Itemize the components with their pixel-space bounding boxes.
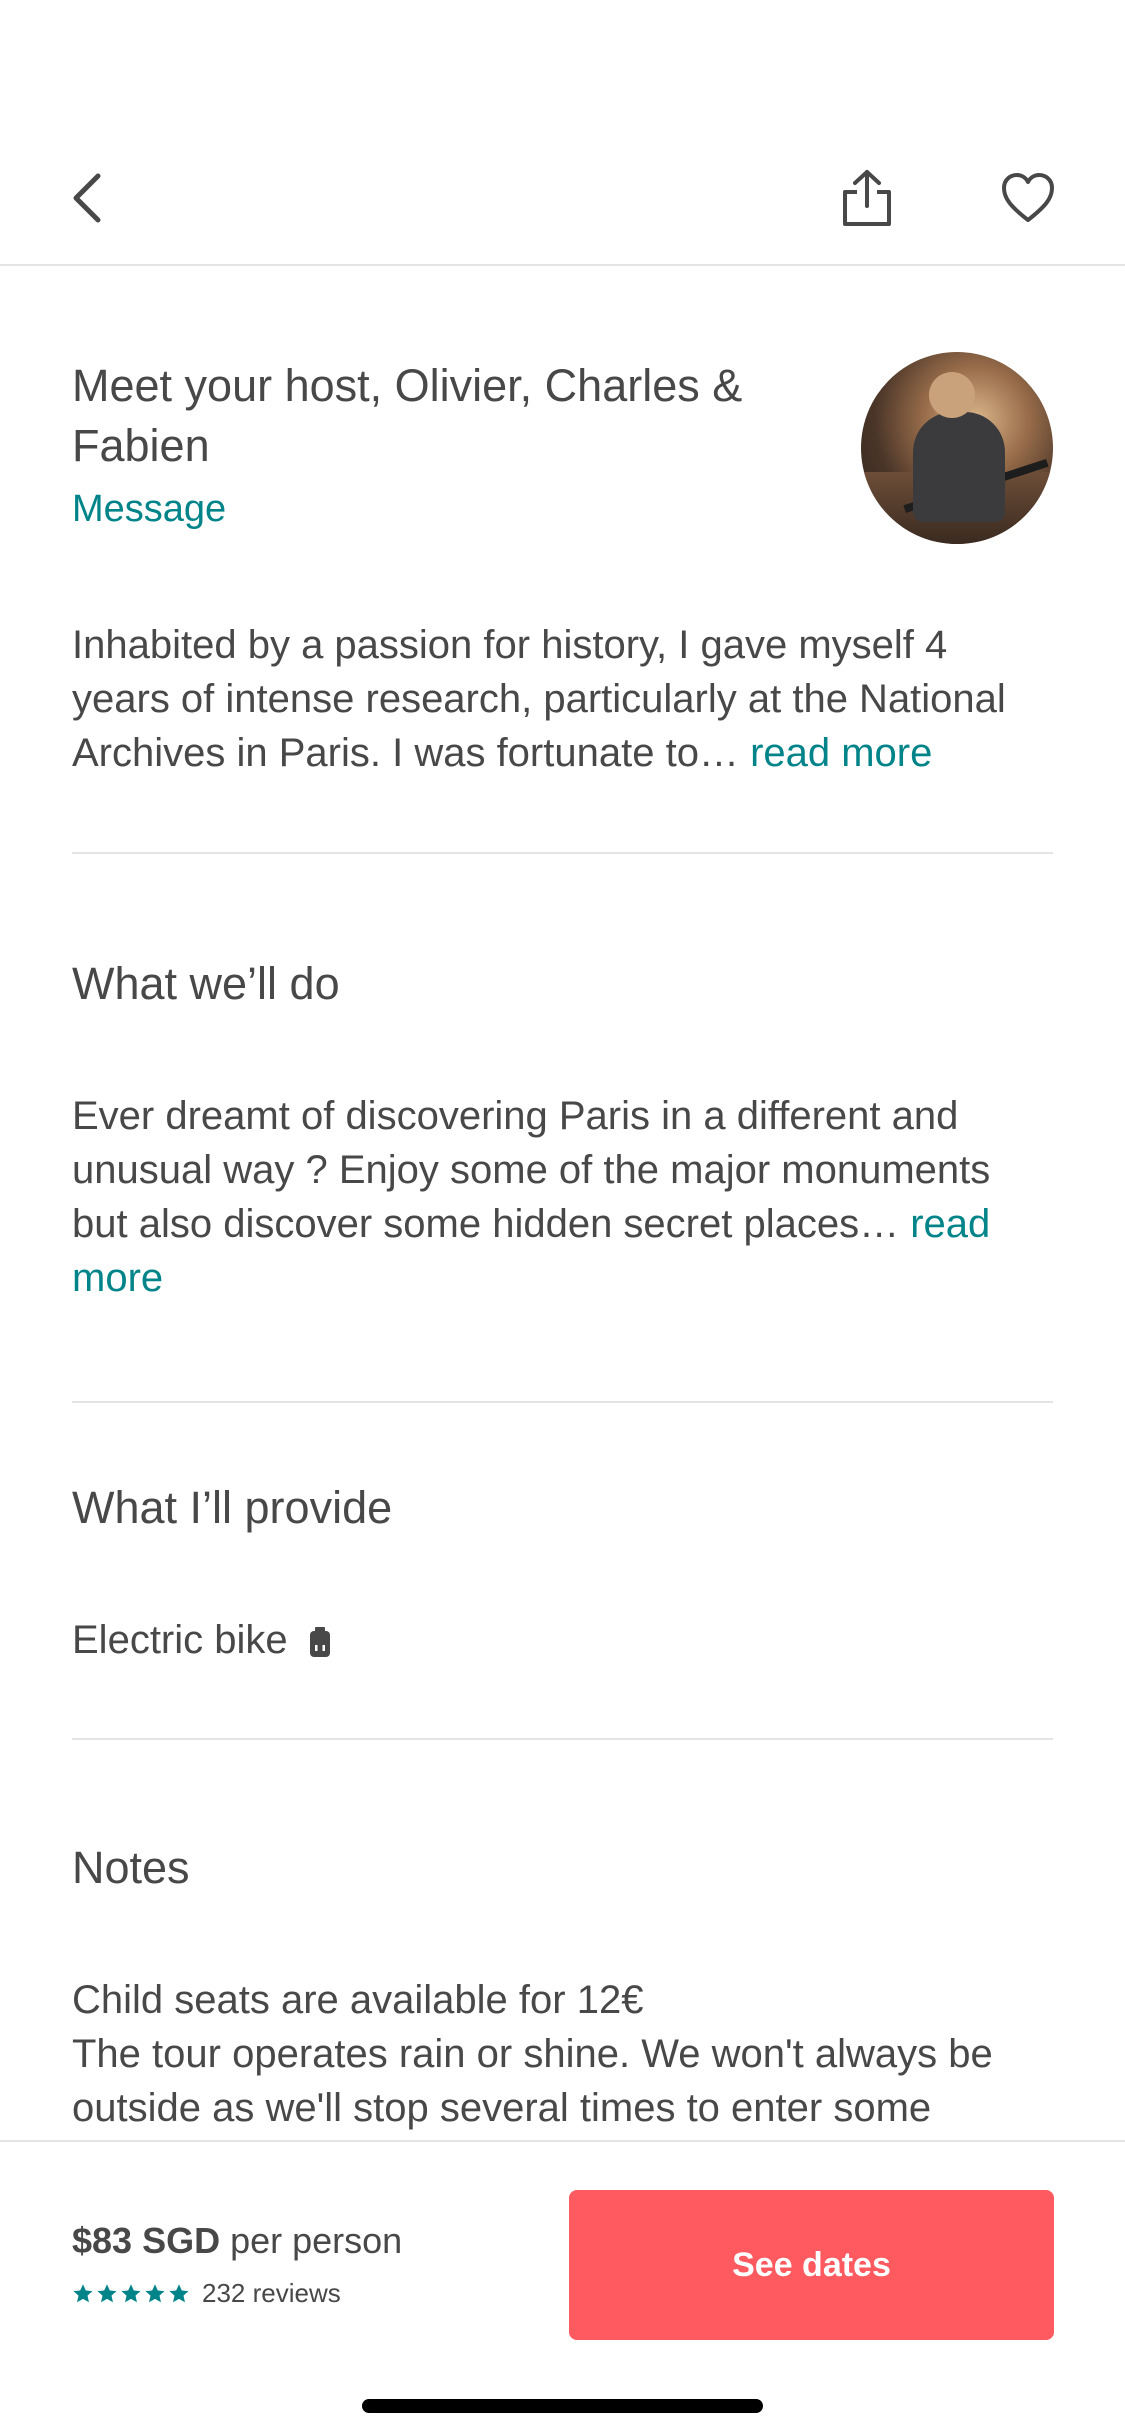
notes-title: Notes bbox=[72, 1842, 190, 1893]
experience-details-screen: Meet your host, Olivier, Charles & Fabie… bbox=[0, 0, 1125, 2436]
avatar-figure-head bbox=[929, 372, 975, 418]
chevron-left-icon bbox=[73, 173, 101, 223]
share-icon bbox=[843, 170, 891, 226]
star-icon bbox=[169, 2283, 189, 2302]
star-icon bbox=[145, 2283, 165, 2302]
top-nav-bar bbox=[0, 0, 1125, 266]
booking-bar: $83 SGD per person 232 reviews See dates bbox=[0, 2140, 1125, 2436]
price-value: $83 SGD bbox=[72, 2220, 221, 2261]
see-dates-button[interactable]: See dates bbox=[569, 2190, 1054, 2340]
share-button[interactable] bbox=[835, 166, 899, 230]
notes-body: Child seats are available for 12€ The to… bbox=[72, 1973, 1053, 2135]
divider bbox=[72, 1401, 1053, 1403]
heart-icon bbox=[1002, 173, 1054, 222]
review-count: 232 reviews bbox=[202, 2278, 341, 2308]
host-title: Meet your host, Olivier, Charles & Fabie… bbox=[72, 360, 743, 471]
star-icon bbox=[97, 2283, 117, 2302]
star-icon bbox=[121, 2283, 141, 2302]
notes-line-2: The tour operates rain or shine. We won'… bbox=[72, 2032, 993, 2130]
notes-line-1: Child seats are available for 12€ bbox=[72, 1978, 644, 2022]
home-indicator bbox=[362, 2399, 763, 2413]
price-unit: per person bbox=[230, 2220, 403, 2261]
price-summary: $83 SGD per person bbox=[72, 2220, 402, 2262]
back-button[interactable] bbox=[56, 166, 120, 230]
provided-item-label: Electric bike bbox=[72, 1618, 288, 1662]
what-well-do-body: Ever dreamt of discovering Paris in a di… bbox=[72, 1089, 1053, 1305]
provided-item: Electric bike bbox=[72, 1613, 1053, 1667]
battery-icon bbox=[309, 1627, 330, 1658]
host-read-more-link[interactable]: read more bbox=[750, 731, 932, 775]
rating-row[interactable]: 232 reviews bbox=[72, 2278, 341, 2309]
what-well-do-text: Ever dreamt of discovering Paris in a di… bbox=[72, 1094, 991, 1246]
save-button[interactable] bbox=[996, 166, 1060, 230]
star-icon bbox=[73, 2283, 93, 2302]
divider bbox=[72, 852, 1053, 854]
divider bbox=[72, 1738, 1053, 1740]
host-bio: Inhabited by a passion for history, I ga… bbox=[72, 618, 1053, 780]
host-avatar[interactable] bbox=[861, 352, 1053, 544]
what-ill-provide-title: What I’ll provide bbox=[72, 1482, 393, 1533]
what-well-do-title: What we’ll do bbox=[72, 958, 340, 1009]
star-rating bbox=[72, 2283, 190, 2305]
message-host-link[interactable]: Message bbox=[72, 488, 226, 531]
avatar-figure-body bbox=[913, 412, 1005, 522]
